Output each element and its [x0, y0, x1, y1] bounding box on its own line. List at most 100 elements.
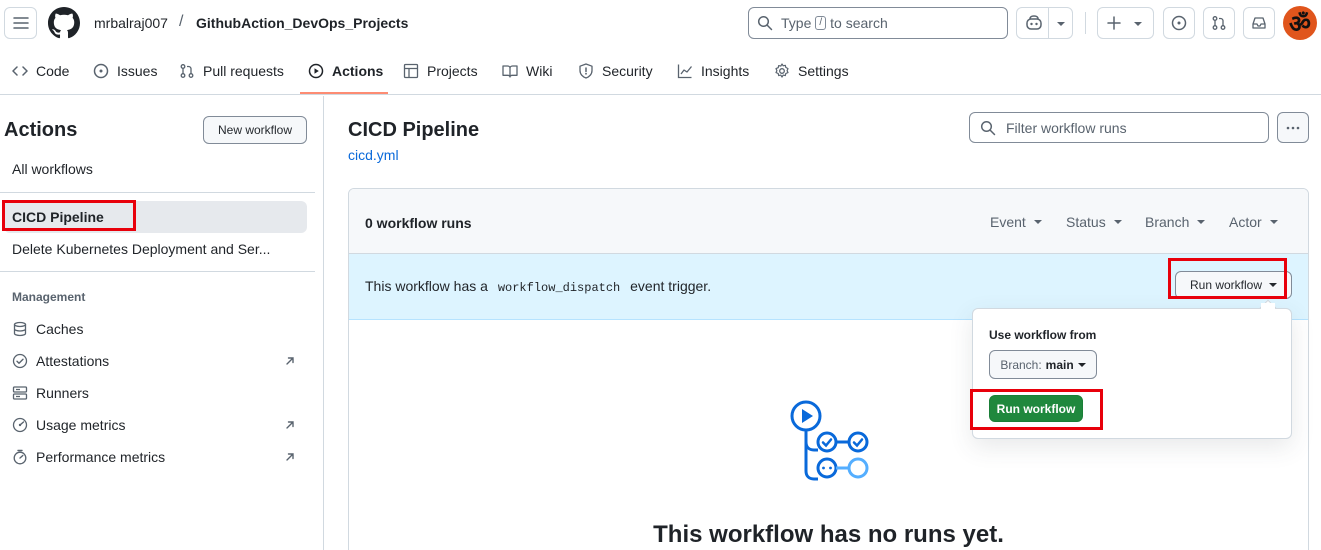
runs-count: 0 workflow runs [365, 215, 472, 231]
tab-wiki[interactable]: Wiki [502, 48, 552, 94]
search-input[interactable]: Type / to search [748, 7, 1008, 39]
external-link-icon [284, 355, 296, 367]
issue-opened-icon [93, 63, 109, 79]
sidebar-item-usage-metrics[interactable]: Usage metrics [12, 415, 302, 435]
dispatch-text-after: event trigger. [630, 278, 712, 294]
workflow-file-link[interactable]: cicd.yml [348, 147, 399, 163]
management-heading: Management [12, 290, 86, 304]
chevron-down-icon[interactable] [1057, 22, 1065, 26]
workflow-graph-icon [787, 399, 873, 483]
breadcrumb-repo[interactable]: GithubAction_DevOps_Projects [196, 15, 408, 31]
breadcrumb-owner[interactable]: mrbalraj007 [94, 15, 168, 31]
runners-label: Runners [36, 385, 89, 401]
inbox-icon [1251, 15, 1267, 31]
tab-insights[interactable]: Insights [677, 48, 749, 94]
sidebar-divider-line [0, 271, 315, 272]
stopwatch-icon [12, 449, 28, 465]
highlight-box-run-workflow-button [970, 389, 1103, 430]
issues-shortcut-button[interactable] [1163, 7, 1195, 39]
runs-header: 0 workflow runs Event Status Branch Acto… [349, 189, 1308, 254]
performance-metrics-label: Performance metrics [36, 449, 166, 465]
chevron-down-icon [1113, 220, 1122, 224]
tab-code[interactable]: Code [12, 48, 69, 94]
dispatch-message: This workflow has a workflow_dispatch ev… [365, 278, 711, 295]
avatar-glyph: ॐ [1289, 9, 1311, 38]
tab-wiki-label: Wiki [526, 63, 553, 79]
tab-settings[interactable]: Settings [774, 48, 849, 94]
copilot-icon [1025, 15, 1043, 31]
event-filter-dropdown[interactable]: Event [990, 214, 1042, 230]
popover-arrow-mask [1261, 303, 1275, 311]
play-icon [308, 63, 324, 79]
search-suffix: to search [830, 15, 888, 31]
header-divider [1085, 12, 1086, 34]
menu-icon[interactable] [4, 7, 37, 39]
status-filter-label: Status [1066, 214, 1106, 230]
tab-projects[interactable]: Projects [403, 48, 478, 94]
tab-security[interactable]: Security [578, 48, 653, 94]
chevron-down-icon [1134, 22, 1142, 26]
chevron-down-icon [1077, 362, 1086, 367]
event-filter-label: Event [990, 214, 1026, 230]
filter-runs-input[interactable]: Filter workflow runs [969, 112, 1269, 143]
tab-pull-requests-label: Pull requests [203, 63, 284, 79]
gear-icon [774, 63, 790, 79]
tab-pull-requests[interactable]: Pull requests [179, 48, 284, 94]
sidebar-item-attestations[interactable]: Attestations [12, 351, 302, 371]
repo-nav: Code Issues Pull requests Actions Projec… [0, 48, 1321, 95]
caches-label: Caches [36, 321, 84, 337]
issue-opened-icon [1171, 15, 1187, 31]
branch-label: Branch: [1000, 357, 1042, 372]
chevron-down-icon [1033, 220, 1042, 224]
usage-metrics-label: Usage metrics [36, 417, 126, 433]
git-pull-request-icon [179, 63, 195, 79]
meter-icon [12, 417, 28, 433]
tab-code-label: Code [36, 63, 70, 79]
table-icon [403, 63, 419, 79]
new-workflow-button[interactable]: New workflow [203, 116, 307, 144]
tab-security-label: Security [602, 63, 653, 79]
create-new-button[interactable] [1097, 7, 1154, 39]
tab-actions-label: Actions [332, 63, 384, 79]
page-title: CICD Pipeline [348, 119, 480, 141]
external-link-icon [284, 419, 296, 431]
inbox-button[interactable] [1243, 7, 1275, 39]
sidebar-item-delete-kubernetes[interactable]: Delete Kubernetes Deployment and Ser... [12, 241, 270, 257]
book-icon [502, 63, 518, 79]
verified-icon [12, 353, 28, 369]
tab-issues[interactable]: Issues [93, 48, 157, 94]
copilot-button[interactable] [1016, 7, 1073, 39]
sidebar-item-all-workflows[interactable]: All workflows [12, 161, 93, 177]
status-filter-dropdown[interactable]: Status [1066, 214, 1122, 230]
breadcrumb-separator: / [179, 13, 184, 30]
active-tab-underline [300, 92, 388, 94]
branch-value: main [1045, 357, 1074, 372]
branch-filter-dropdown[interactable]: Branch [1145, 214, 1206, 230]
popover-title: Use workflow from [989, 328, 1097, 342]
sidebar-item-performance-metrics[interactable]: Performance metrics [12, 447, 302, 467]
dispatch-text-before: This workflow has a [365, 278, 488, 294]
search-icon [757, 15, 773, 31]
external-link-icon [284, 451, 296, 463]
kebab-horizontal-icon [1285, 120, 1301, 136]
actor-filter-label: Actor [1229, 214, 1262, 230]
pull-requests-shortcut-button[interactable] [1203, 7, 1235, 39]
shield-icon [578, 63, 594, 79]
more-options-button[interactable] [1277, 112, 1309, 143]
sidebar-item-runners[interactable]: Runners [12, 383, 302, 403]
github-logo-icon[interactable] [48, 7, 80, 39]
search-icon [980, 120, 996, 136]
sidebar-item-caches[interactable]: Caches [12, 319, 302, 339]
tab-insights-label: Insights [701, 63, 750, 79]
sidebar-divider-line [0, 192, 315, 193]
avatar[interactable]: ॐ [1283, 6, 1317, 40]
tab-settings-label: Settings [798, 63, 849, 79]
git-pull-request-icon [1211, 15, 1227, 31]
actor-filter-dropdown[interactable]: Actor [1229, 214, 1278, 230]
server-icon [12, 385, 28, 401]
graph-icon [677, 63, 693, 79]
tab-actions[interactable]: Actions [308, 48, 383, 94]
attestations-label: Attestations [36, 353, 110, 369]
code-icon [12, 63, 28, 79]
branch-select-button[interactable]: Branch: main [989, 350, 1097, 379]
